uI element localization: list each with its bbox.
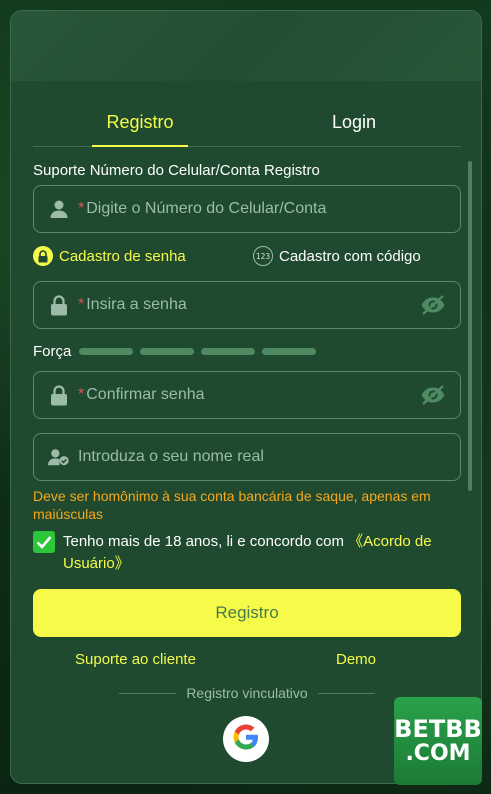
strength-bar [79,348,134,355]
divider-label: Registro vinculativo [186,685,308,701]
tab-registro[interactable]: Registro [33,99,247,146]
google-login-button[interactable] [223,716,269,762]
realname-warning: Deve ser homônimo à sua conta bancária d… [33,488,431,519]
confirm-password-field[interactable]: * Confirmar senha [33,371,461,419]
register-modal: Registro Login Suporte Número do Celular… [10,10,482,784]
scrollbar[interactable] [468,161,472,491]
mode-password-label: Cadastro de senha [59,247,186,265]
divider-line [119,692,177,694]
realname-placeholder: Introduza o seu nome real [78,448,264,465]
google-icon [231,722,261,757]
demo-link[interactable]: Demo [336,651,376,668]
agreement-prefix: Tenho mais de 18 anos, li e concordo com [63,533,349,550]
bind-divider: Registro vinculativo [119,685,376,701]
brand-line2: .COM [405,741,471,766]
lock-icon [48,294,70,316]
brand-logo: BETBB .COM [394,697,482,785]
register-button[interactable]: Registro [33,589,461,637]
mode-password[interactable]: Cadastro de senha [33,246,186,266]
auth-tabs: Registro Login [33,99,461,147]
123-icon: 123 [253,246,273,266]
password-strength: Força [33,343,323,360]
eye-off-icon[interactable] [420,294,446,321]
strength-bar [262,348,317,355]
modal-header-decoration [11,11,481,81]
mode-code-label: Cadastro com código [279,247,421,265]
mode-code[interactable]: 123 Cadastro com código [253,246,421,266]
phone-placeholder: Digite o Número do Celular/Conta [86,200,327,217]
strength-bar [140,348,195,355]
tab-login[interactable]: Login [247,99,461,146]
realname-field[interactable]: Introduza o seu nome real [33,433,461,481]
eye-off-icon[interactable] [420,384,446,411]
required-mark: * [78,386,85,403]
required-mark: * [78,296,85,313]
svg-text:123: 123 [256,252,271,261]
strength-bar [201,348,256,355]
agreement-row: Tenho mais de 18 anos, li e concordo com… [33,531,465,575]
required-mark: * [78,200,85,217]
lock-icon [48,384,70,406]
password-field[interactable]: * Insira a senha [33,281,461,329]
lock-icon [33,246,53,266]
support-link[interactable]: Suporte ao cliente [75,651,196,668]
agreement-text: Tenho mais de 18 anos, li e concordo com… [63,531,465,575]
support-label: Suporte Número do Celular/Conta Registro [33,162,320,179]
strength-label: Força [33,343,72,360]
register-mode-row: Cadastro de senha 123 Cadastro com códig… [33,246,461,268]
password-placeholder: Insira a senha [86,296,187,313]
phone-field[interactable]: * Digite o Número do Celular/Conta [33,185,461,233]
agree-checkbox[interactable] [33,531,55,553]
confirm-placeholder: Confirmar senha [86,386,205,403]
brand-line1: BETBB [394,715,482,743]
user-icon [48,198,70,220]
divider-line [317,692,376,694]
user-check-icon [48,446,70,468]
